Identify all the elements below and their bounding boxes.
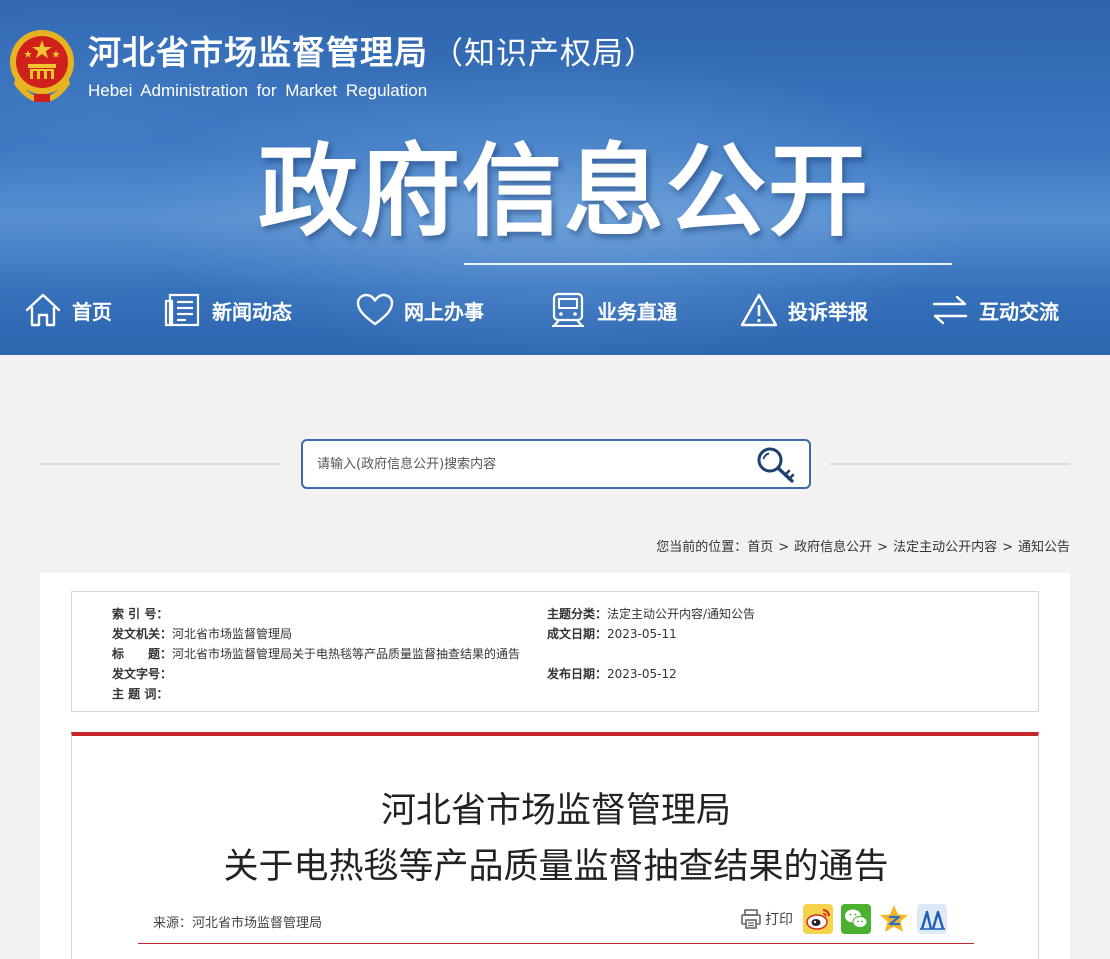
meta-doc-no: 发文字号：: [112, 665, 172, 682]
nav-item-news[interactable]: 新闻动态: [164, 285, 292, 335]
meta-value: 2023-05-11: [607, 627, 677, 641]
breadcrumb-separator: >: [778, 540, 790, 555]
article-header-divider: [138, 943, 974, 944]
exchange-arrows-icon: [932, 295, 968, 325]
warning-icon: [740, 293, 778, 327]
breadcrumb: 您当前的位置：首页 > 政府信息公开 > 法定主动公开内容 > 通知公告: [656, 536, 1070, 555]
site-title: 河北省市场监督管理局 （知识产权局）: [88, 33, 656, 74]
document-meta-table: 索 引 号： 发文机关：河北省市场监督管理局 标 题：河北省市场监督管理局关于电…: [71, 591, 1039, 712]
meta-value: 法定主动公开内容/通知公告: [607, 607, 756, 621]
meta-label: 成文日期：: [547, 627, 608, 641]
qzone-icon: [880, 905, 908, 932]
meta-category: 主题分类：法定主动公开内容/通知公告: [547, 605, 755, 622]
nav-item-label: 首页: [72, 299, 112, 324]
print-button[interactable]: 打印: [740, 908, 803, 930]
source-value: 河北省市场监督管理局: [192, 916, 323, 931]
breadcrumb-item-home[interactable]: 首页: [747, 540, 773, 555]
meta-published-date: 发布日期：2023-05-12: [547, 665, 677, 682]
article-title-line-2: 关于电热毯等产品质量监督抽查结果的通告: [223, 847, 889, 887]
site-title-english: Hebei Administration for Market Regulati…: [88, 81, 428, 100]
site-header: 河北省市场监督管理局 （知识产权局） Hebei Administration f…: [0, 0, 1110, 355]
nav-item-complaint[interactable]: 投诉举报: [740, 285, 868, 335]
search-box: [301, 439, 811, 489]
print-label: 打印: [765, 912, 793, 928]
meta-label: 主 题 词：: [112, 687, 169, 701]
site-title-main: 河北省市场监督管理局: [88, 33, 428, 72]
printer-icon: [741, 909, 761, 929]
nav-item-label: 业务直通: [597, 299, 677, 324]
breadcrumb-separator: >: [1002, 540, 1013, 555]
article: 河北省市场监督管理局 关于电热毯等产品质量监督抽查结果的通告 来源：河北省市场监…: [71, 732, 1039, 959]
breadcrumb-item-statutory[interactable]: 法定主动公开内容: [893, 540, 997, 555]
site-title-sub: （知识产权局）: [432, 36, 656, 72]
section-title: 政府信息公开: [258, 133, 870, 250]
wechat-icon: [841, 904, 871, 934]
meta-issuer: 发文机关：河北省市场监督管理局: [112, 625, 292, 642]
meta-label: 标 题：: [112, 647, 173, 661]
search-button[interactable]: [755, 445, 797, 485]
meta-label: 发文机关：: [112, 627, 173, 641]
section-title-underline: [464, 263, 952, 265]
meta-value: 河北省市场监督管理局关于电热毯等产品质量监督抽查结果的通告: [172, 647, 521, 661]
nav-item-home[interactable]: 首页: [24, 285, 112, 335]
meta-label: 索 引 号：: [112, 607, 169, 621]
meta-label: 发文字号：: [112, 667, 173, 681]
meta-label: 主题分类：: [547, 607, 608, 621]
nav-item-label: 互动交流: [979, 299, 1059, 324]
home-icon: [25, 293, 61, 327]
meta-created-date: 成文日期：2023-05-11: [547, 625, 677, 642]
meta-index-no: 索 引 号：: [112, 605, 168, 622]
content-panel: 索 引 号： 发文机关：河北省市场监督管理局 标 题：河北省市场监督管理局关于电…: [40, 573, 1070, 959]
renren-icon: [917, 904, 947, 934]
nav-item-label: 网上办事: [404, 299, 484, 324]
article-tools: 打印: [740, 902, 947, 936]
share-qzone-button[interactable]: [879, 904, 909, 934]
heart-icon: [356, 293, 394, 326]
share-wechat-button[interactable]: [841, 904, 871, 934]
nav-item-business-direct[interactable]: 业务直通: [549, 285, 677, 335]
share-renren-button[interactable]: [917, 904, 947, 934]
meta-keywords: 主 题 词：: [112, 685, 168, 702]
article-source: 来源：河北省市场监督管理局: [153, 912, 322, 931]
breadcrumb-prefix: 您当前的位置：: [656, 540, 748, 555]
train-icon: [552, 292, 584, 327]
search-input[interactable]: [317, 451, 737, 477]
document-list-icon: [164, 293, 200, 327]
breadcrumb-item-info-disclosure[interactable]: 政府信息公开: [794, 540, 872, 555]
meta-label: 发布日期：: [547, 667, 608, 681]
meta-value: 河北省市场监督管理局: [172, 627, 293, 641]
search-divider-right: [830, 463, 1070, 465]
nav-item-label: 新闻动态: [212, 299, 292, 324]
meta-value: 2023-05-12: [607, 667, 677, 681]
main-nav: 首页 新闻动态 网上办事 业务直通 投诉举报 互动交流: [0, 285, 1110, 335]
weibo-icon: [803, 904, 833, 934]
breadcrumb-separator: >: [877, 540, 889, 555]
breadcrumb-item-notices[interactable]: 通知公告: [1018, 540, 1070, 555]
search-key-icon: [757, 447, 795, 483]
search-divider-left: [40, 463, 280, 465]
article-title-line-1: 河北省市场监督管理局: [380, 791, 731, 831]
share-weibo-button[interactable]: [803, 904, 833, 934]
meta-title: 标 题：河北省市场监督管理局关于电热毯等产品质量监督抽查结果的通告: [112, 645, 520, 662]
nav-item-interaction[interactable]: 互动交流: [931, 285, 1059, 335]
source-label: 来源：: [153, 916, 193, 931]
nav-item-label: 投诉举报: [788, 299, 868, 324]
nav-item-online-service[interactable]: 网上办事: [356, 285, 484, 335]
national-emblem-icon: [10, 30, 74, 103]
